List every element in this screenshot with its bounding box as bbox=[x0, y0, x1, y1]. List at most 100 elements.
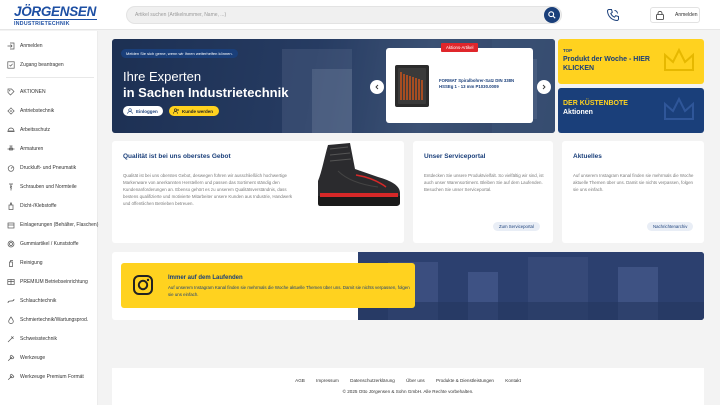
service-portal-link[interactable]: Zum Serviceportal bbox=[493, 222, 540, 231]
footer-link-about[interactable]: Über uns bbox=[406, 378, 425, 383]
logo-subtitle: INDUSTRIETECHNIK bbox=[14, 19, 97, 27]
safety-icon bbox=[7, 127, 15, 132]
product-of-week-tile[interactable]: TOP Produkt der Woche - HIER KLICKEN bbox=[558, 39, 704, 84]
promotions-icon bbox=[7, 88, 15, 96]
sidebar-item-hose[interactable]: Schlauchtechnik bbox=[0, 294, 98, 308]
footer-link-agb[interactable]: AGB bbox=[295, 378, 305, 383]
sidebar-item-fittings[interactable]: Armaturen bbox=[0, 142, 98, 156]
cleaning-icon bbox=[9, 260, 13, 267]
sidebar-item-drive-technology[interactable]: Antriebstechnik bbox=[0, 104, 98, 118]
sidebar-item-label: Druckluft- und Pneumatik bbox=[20, 165, 77, 171]
sidebar-item-tools[interactable]: Werkzeuge bbox=[0, 351, 98, 365]
sidebar-item-sealants[interactable]: Dicht-/Klebstoffe bbox=[0, 199, 98, 213]
instagram-text: Auf unserem Instagram Kanal finden sie m… bbox=[168, 285, 410, 297]
hero-heading-line1: Ihre Experten bbox=[123, 69, 202, 84]
search-icon bbox=[548, 11, 556, 19]
sidebar-item-premium-equipment[interactable]: PREMIUM Betriebseinrichtung bbox=[0, 275, 98, 289]
sidebar-item-storage[interactable]: Einlagerungen (Behälter, Flaschen) bbox=[0, 218, 98, 232]
drive-technology-icon bbox=[7, 107, 15, 115]
card-title: Qualität ist bei uns oberstes Gebot bbox=[123, 153, 231, 160]
sidebar-item-pneumatics[interactable]: Druckluft- und Pneumatik bbox=[0, 161, 98, 175]
hero-heading-line2: in Sachen Industrietechnik bbox=[123, 85, 289, 100]
sidebar-item-label: Gummiartikel / Kunststoffe bbox=[20, 241, 79, 247]
promo-title: DER KÜSTENBOTE bbox=[563, 100, 628, 107]
lock-icon bbox=[656, 11, 664, 20]
tools-icon bbox=[7, 354, 15, 362]
footer-copyright: © 2025 Otto Jörgensen & Sohn GmbH. Alle … bbox=[342, 389, 474, 394]
sidebar-item-label: Reinigung bbox=[20, 260, 43, 266]
sidebar-item-label: PREMIUM Betriebseinrichtung bbox=[20, 279, 88, 285]
hose-icon bbox=[7, 298, 15, 304]
sealant-icon bbox=[8, 202, 14, 210]
storage-icon bbox=[7, 222, 15, 229]
sidebar-item-welding[interactable]: Schweisstechnik bbox=[0, 332, 98, 346]
sidebar-item-label: Dicht-/Klebstoffe bbox=[20, 203, 57, 209]
instagram-banner[interactable]: Immer auf dem Laufenden Auf unserem Inst… bbox=[112, 252, 704, 320]
sidebar-item-screws[interactable]: Schrauben und Normteile bbox=[0, 180, 98, 194]
sidebar-item-login[interactable]: Anmelden bbox=[0, 39, 98, 53]
sidebar-item-cleaning[interactable]: Reinigung bbox=[0, 256, 98, 270]
crown-icon bbox=[664, 96, 694, 120]
hero-login-button[interactable]: Einloggen bbox=[123, 106, 163, 116]
featured-product-title: FORMAT Spiralbohrer-Satz DIN 338N HSSEg … bbox=[439, 78, 515, 89]
sidebar-item-request-access[interactable]: Zugang beantragen bbox=[0, 58, 98, 72]
user-icon bbox=[127, 108, 133, 114]
hero-banner: Melden Sie sich gerne, wenn wir Ihnen we… bbox=[112, 39, 555, 133]
search-input[interactable] bbox=[135, 7, 535, 23]
sidebar-item-safety[interactable]: Arbeitsschutz bbox=[0, 123, 98, 137]
footer-links: AGB Impressum Datenschutzerklärung Über … bbox=[112, 378, 704, 383]
carousel-next-button[interactable] bbox=[537, 80, 551, 94]
hero-become-customer-button[interactable]: Kunde werden bbox=[169, 106, 219, 116]
sidebar-item-label: Schlauchtechnik bbox=[20, 298, 57, 304]
sidebar-item-promotions[interactable]: AKTIONEN bbox=[0, 85, 98, 99]
instagram-callout: Immer auf dem Laufenden Auf unserem Inst… bbox=[121, 263, 415, 308]
header: JÖRGENSEN INDUSTRIETECHNIK Anmelden bbox=[0, 0, 720, 30]
chevron-right-icon bbox=[542, 84, 546, 90]
quality-card: Qualität ist bei uns oberstes Gebot Qual… bbox=[112, 141, 404, 243]
sidebar-item-label: Armaturen bbox=[20, 146, 44, 152]
card-text: Qualität ist bei uns oberstes Gebot, des… bbox=[123, 173, 293, 206]
request-access-icon bbox=[7, 61, 15, 69]
footer-link-imprint[interactable]: Impressum bbox=[316, 378, 339, 383]
hero-login-label: Einloggen bbox=[136, 108, 158, 114]
search-bar bbox=[126, 6, 562, 24]
login-icon bbox=[7, 42, 15, 50]
footer: AGB Impressum Datenschutzerklärung Über … bbox=[112, 368, 704, 405]
company-logo[interactable]: JÖRGENSEN INDUSTRIETECHNIK bbox=[14, 5, 98, 27]
carousel-prev-button[interactable] bbox=[370, 80, 384, 94]
search-button[interactable] bbox=[544, 7, 560, 23]
login-button[interactable]: Anmelden bbox=[650, 7, 700, 23]
user-add-icon bbox=[173, 108, 179, 114]
fittings-icon bbox=[7, 145, 15, 151]
instagram-icon bbox=[133, 275, 153, 295]
card-text: Entdecken Sie unsere Produktvielfalt. So… bbox=[424, 173, 544, 192]
footer-link-products[interactable]: Produkte & Dienstleistungen bbox=[436, 378, 494, 383]
sidebar-item-premium-tools[interactable]: Werkzeuge Premium Formát bbox=[0, 370, 98, 384]
promo-subtitle: Aktionen bbox=[563, 109, 593, 116]
kuestenbote-tile[interactable]: DER KÜSTENBOTE Aktionen bbox=[558, 88, 704, 133]
news-card: Aktuelles Auf unserem Instagram Kanal fi… bbox=[562, 141, 704, 243]
hero-contact-hint: Melden Sie sich gerne, wenn wir Ihnen we… bbox=[121, 49, 238, 58]
lubrication-icon bbox=[8, 316, 14, 324]
sidebar-item-label: Werkzeuge Premium Formát bbox=[20, 374, 84, 380]
featured-product-card[interactable]: Aktions-Artikel FORMAT Spiralbohrer-Satz… bbox=[386, 43, 533, 123]
footer-link-contact[interactable]: Kontakt bbox=[505, 378, 521, 383]
sidebar-item-label: AKTIONEN bbox=[20, 89, 46, 95]
service-portal-card: Unser Serviceportal Entdecken Sie unsere… bbox=[413, 141, 553, 243]
sidebar-item-label: Schmiertechnik/Wartungsprod. bbox=[20, 317, 89, 323]
footer-link-privacy[interactable]: Datenschutzerklärung bbox=[350, 378, 395, 383]
phone-icon[interactable] bbox=[606, 8, 620, 22]
card-title: Unser Serviceportal bbox=[424, 153, 486, 160]
chevron-left-icon bbox=[375, 84, 379, 90]
screws-icon bbox=[9, 183, 13, 191]
sidebar-item-label: Antriebstechnik bbox=[20, 108, 55, 114]
welding-icon bbox=[7, 336, 14, 343]
crown-icon bbox=[664, 47, 694, 71]
premium-icon bbox=[7, 279, 15, 285]
safety-boot-image bbox=[318, 143, 400, 206]
sidebar-item-lubrication[interactable]: Schmiertechnik/Wartungsprod. bbox=[0, 313, 98, 327]
news-archive-link[interactable]: Nachrichtenarchiv bbox=[647, 222, 694, 231]
sidebar-divider bbox=[6, 77, 94, 78]
sidebar-item-rubber[interactable]: Gummiartikel / Kunststoffe bbox=[0, 237, 98, 251]
hero-become-customer-label: Kunde werden bbox=[182, 108, 214, 114]
